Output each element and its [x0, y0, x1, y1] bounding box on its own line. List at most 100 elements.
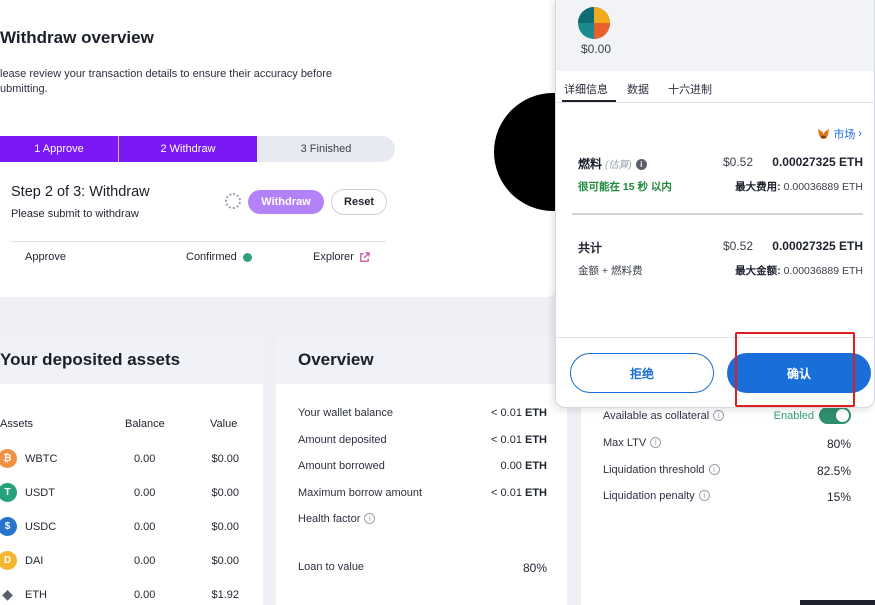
popup-header: $0.00: [556, 0, 874, 71]
tab-hex[interactable]: 十六进制: [668, 81, 712, 97]
risk-label: Liquidation threshold i: [603, 464, 720, 476]
asset-name: USDC: [25, 521, 57, 533]
risk-value: 80%: [826, 437, 851, 451]
account-avatar-icon[interactable]: [578, 7, 610, 39]
asset-row: ₿ WBTC 0.00 $0.00: [0, 446, 263, 472]
review-instructions: lease review your transaction details to…: [0, 68, 333, 95]
dai-icon: D: [0, 551, 17, 570]
column-balance: Balance: [125, 418, 165, 430]
withdraw-button[interactable]: Withdraw: [248, 190, 324, 214]
overview-value: 0.00 ETH: [500, 460, 547, 472]
active-tab-indicator: [562, 100, 616, 102]
step-subtitle: Please submit to withdraw: [11, 208, 139, 220]
market-link[interactable]: 市场 ›: [817, 126, 862, 142]
overview-label: Your wallet balance: [298, 407, 393, 419]
collateral-toggle-wrap: Enabled: [774, 407, 851, 424]
assets-header: Your deposited assets: [0, 336, 263, 384]
asset-name: WBTC: [25, 453, 58, 465]
info-icon[interactable]: i: [650, 437, 662, 448]
divider: [11, 241, 386, 242]
account-balance: $0.00: [581, 42, 612, 56]
asset-value: $0.00: [211, 555, 239, 567]
assets-title: Your deposited assets: [0, 350, 181, 369]
risk-value: 15%: [826, 490, 851, 504]
gas-fee-eth: 0.00027325 ETH: [772, 155, 863, 169]
toggle-knob: [836, 409, 849, 422]
eth-icon: ◆: [0, 585, 17, 604]
collateral-status: Enabled: [773, 409, 814, 422]
divider: [572, 213, 863, 215]
asset-row: ◆ ETH 0.00 $1.92: [0, 582, 263, 605]
total-usd: $0.52: [723, 239, 754, 253]
status-confirmed: Confirmed: [186, 251, 252, 263]
chevron-right-icon[interactable]: ›: [858, 128, 862, 140]
overview-card: Overview Your wallet balance < 0.01 ETH …: [276, 336, 567, 605]
info-icon[interactable]: i: [713, 410, 725, 421]
overview-value: < 0.01 ETH: [491, 407, 547, 419]
overview-label: Amount borrowed: [298, 460, 385, 472]
asset-value: $0.00: [211, 453, 239, 465]
risk-label: Max LTV i: [603, 437, 662, 449]
reset-button[interactable]: Reset: [331, 189, 387, 215]
overview-title: Overview: [298, 350, 374, 369]
overview-header: Overview: [276, 336, 567, 384]
overview-label: Amount deposited: [298, 434, 387, 446]
asset-balance: 0.00: [134, 589, 156, 601]
overview-value: < 0.01 ETH: [491, 487, 547, 499]
step-heading: Step 2 of 3: Withdraw: [11, 184, 150, 200]
asset-balance: 0.00: [134, 555, 156, 567]
info-icon[interactable]: i: [708, 464, 720, 475]
withdraw-overview-card: Withdraw overview lease review your tran…: [0, 0, 555, 297]
overview-value: < 0.01 ETH: [491, 434, 547, 446]
usdt-icon: T: [0, 483, 17, 502]
max-amount: 最大金额: 0.00036889 ETH: [735, 265, 863, 277]
asset-value: $0.00: [211, 521, 239, 533]
asset-name: ETH: [25, 589, 47, 601]
loading-spinner-icon: [225, 193, 241, 209]
step-finished: 3 Finished: [300, 143, 352, 155]
asset-name: USDT: [25, 487, 55, 499]
asset-balance: 0.00: [134, 521, 156, 533]
confirmed-dot-icon: [242, 252, 252, 262]
status-approve: Approve: [25, 251, 66, 263]
risk-parameters-card: Available as collateral i Enabled Max LTV…: [581, 400, 875, 605]
column-value: Value: [210, 418, 238, 430]
risk-label: Liquidation penalty i: [603, 490, 710, 502]
overview-label: Health factor i: [298, 513, 376, 525]
usdc-icon: $: [0, 517, 17, 536]
gas-fee-label: 燃料 (估算) i: [578, 155, 647, 172]
risk-value: 82.5%: [816, 464, 851, 478]
reject-button[interactable]: 拒绝: [570, 353, 714, 393]
asset-row: D DAI 0.00 $0.00: [0, 548, 263, 574]
asset-value: $1.92: [211, 589, 239, 601]
tab-data[interactable]: 数据: [627, 81, 649, 97]
info-icon[interactable]: i: [635, 159, 647, 170]
explorer-link[interactable]: Explorer: [313, 251, 370, 263]
asset-row: $ USDC 0.00 $0.00: [0, 514, 263, 540]
gas-estimate-label: (估算): [605, 160, 632, 171]
metamask-fox-icon: [818, 128, 830, 140]
asset-balance: 0.00: [134, 453, 156, 465]
popup-body: 市场 › 燃料 (估算) i $0.52 0.00027325 ETH 很可能在 1…: [556, 104, 874, 336]
bottom-bar: [800, 600, 875, 605]
market-link-label[interactable]: 市场: [833, 126, 855, 142]
total-eth: 0.00027325 ETH: [772, 239, 863, 253]
info-icon[interactable]: i: [698, 490, 710, 501]
collateral-toggle[interactable]: [819, 407, 851, 424]
total-label: 共计: [578, 241, 603, 255]
wbtc-icon: ₿: [0, 449, 17, 468]
external-link-icon[interactable]: [359, 251, 370, 263]
tab-details[interactable]: 详细信息: [564, 81, 608, 97]
asset-name: DAI: [25, 555, 44, 567]
info-icon[interactable]: i: [364, 513, 376, 524]
asset-balance: 0.00: [134, 487, 156, 499]
asset-row: T USDT 0.00 $0.00: [0, 480, 263, 506]
confirm-highlight-annotation: [735, 332, 855, 407]
page-title: Withdraw overview: [0, 28, 154, 47]
column-assets: Assets: [0, 418, 34, 430]
gas-fee-usd: $0.52: [723, 155, 754, 169]
explorer-link-label[interactable]: Explorer: [313, 251, 354, 263]
withdraw-stepper: 1 Approve 2 Withdraw 3 Finished: [0, 136, 395, 162]
ltv-value: 80%: [522, 561, 547, 575]
step-withdraw: 2 Withdraw: [119, 136, 257, 162]
